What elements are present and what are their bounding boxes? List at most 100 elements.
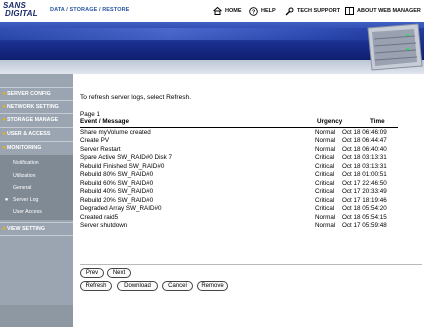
table-row: Create PV Normal Oct 18 06:44:47 [80, 137, 398, 145]
sidebar-item-label: VIEW SETTING [7, 225, 45, 232]
banner-glow [0, 28, 424, 40]
home-link-label: HOME [225, 8, 242, 14]
book-icon [345, 7, 354, 15]
event-cell: Rebuild 80% SW_RAID#0 [80, 171, 154, 178]
sidebar-item-server-config[interactable]: ● SERVER CONFIG [0, 88, 73, 99]
time-cell: Oct 17 20:33:49 [342, 188, 387, 195]
sidebar-subitem-label: General [13, 184, 32, 191]
time-cell: Oct 18 01:00:51 [342, 171, 387, 178]
next-button[interactable]: Next [107, 268, 131, 278]
cancel-button[interactable]: Cancel [162, 281, 193, 291]
sidebar-subitem-server-log[interactable]: ● Server Log [0, 194, 73, 205]
download-button[interactable]: Download [117, 281, 158, 291]
sidebar-item-user-access[interactable]: ● USER & ACCESS [0, 128, 73, 139]
column-header-urgency: Urgency [317, 118, 343, 125]
footer-divider [80, 264, 422, 265]
sidebar-item-label: SERVER CONFIG [7, 90, 51, 97]
about-web-manager-link-label: ABOUT WEB MANAGER [357, 8, 421, 14]
sidebar-subitem-label: Server Log [13, 196, 39, 203]
event-cell: Degraded Array SW_RAID#0 [80, 205, 162, 212]
urgency-cell: Normal [315, 145, 336, 153]
sidebar-subitem-label: User Access [13, 208, 42, 215]
sidebar-footer [0, 305, 73, 327]
tagline: DATA / STORAGE / RESTORE [50, 7, 130, 13]
table-row: Rebuild Finished SW_RAID#0 Critical Oct … [80, 163, 398, 171]
sidebar-subitem-label: Notification [13, 159, 39, 166]
banner-strip [0, 60, 424, 74]
house-icon [213, 7, 222, 15]
sidebar-subitem-notification[interactable]: Notification [0, 157, 73, 168]
sidebar-subitem-user-access[interactable]: User Access [0, 206, 73, 217]
table-row: Server Restart Normal Oct 18 06:40:40 [80, 146, 398, 154]
tech-support-link[interactable]: TECH SUPPORT [285, 5, 340, 17]
remove-button[interactable]: Remove [197, 281, 228, 291]
event-cell: Rebuild 60% SW_RAID#0 [80, 179, 154, 187]
sidebar-subitem-label: Utilization [13, 172, 36, 179]
event-cell: Server Restart [80, 145, 121, 153]
table-row: Created raid5 Normal Oct 18 05:54:15 [80, 214, 398, 222]
table-row: Degraded Array SW_RAID#0 Critical Oct 18… [80, 205, 398, 213]
event-cell: Spare Active SW_RAID#0 Disk 7 [80, 154, 173, 161]
event-cell: Create PV [80, 137, 110, 144]
about-web-manager-link[interactable]: ABOUT WEB MANAGER [345, 5, 421, 17]
urgency-cell: Normal [315, 128, 336, 136]
event-cell: Share myVolume created [80, 128, 151, 136]
sidebar-item-network-setting[interactable]: ● NETWORK SETTING [0, 101, 73, 112]
active-bullet-icon: ● [4, 196, 9, 203]
event-cell: Rebuild Finished SW_RAID#0 [80, 162, 165, 170]
urgency-cell: Critical [315, 171, 335, 178]
table-row: Server shutdown Normal Oct 17 05:59:48 [80, 222, 398, 230]
urgency-cell: Normal [315, 213, 336, 221]
prev-button[interactable]: Prev [80, 268, 104, 278]
time-cell: Oct 17 05:59:48 [342, 222, 387, 229]
home-link[interactable]: HOME [213, 5, 242, 17]
sidebar-subitem-general[interactable]: General [0, 182, 73, 193]
table-row: Rebuild 60% SW_RAID#0 Critical Oct 17 22… [80, 180, 398, 188]
storage-enclosure-image [367, 23, 423, 71]
time-cell: Oct 18 05:54:15 [342, 213, 387, 221]
time-cell: Oct 18 03:13:31 [342, 162, 387, 170]
event-cell: Rebuild 40% SW_RAID#0 [80, 188, 154, 195]
column-header-event: Event / Message [80, 118, 129, 125]
time-cell: Oct 18 06:40:40 [342, 145, 387, 153]
table-row: Rebuild 80% SW_RAID#0 Critical Oct 18 01… [80, 171, 398, 179]
table-row: Rebuild 20% SW_RAID#0 Critical Oct 17 18… [80, 197, 398, 205]
sans-digital-logo[interactable]: SANS DIGITAL [3, 1, 43, 20]
sidebar-item-label: USER & ACCESS [7, 130, 51, 137]
page-indicator: Page 1 [80, 111, 100, 118]
help-link-label: HELP [261, 8, 276, 14]
nav-divider [0, 235, 73, 236]
time-cell: Oct 18 05:54:20 [342, 205, 387, 212]
question-icon: ? [249, 6, 258, 16]
time-cell: Oct 18 06:46:09 [342, 128, 387, 136]
sidebar-item-label: MONITORING [7, 144, 42, 151]
table-row: Rebuild 40% SW_RAID#0 Critical Oct 17 20… [80, 188, 398, 196]
urgency-cell: Critical [315, 154, 335, 161]
urgency-cell: Normal [315, 137, 336, 144]
wrench-icon [285, 7, 294, 15]
event-cell: Created raid5 [80, 213, 119, 221]
refresh-button[interactable]: Refresh [80, 281, 112, 291]
urgency-cell: Critical [315, 205, 335, 212]
time-cell: Oct 17 22:46:50 [342, 179, 387, 187]
urgency-cell: Critical [315, 162, 335, 170]
urgency-cell: Critical [315, 188, 335, 195]
log-table-header: Event / Message Urgency Time [80, 118, 395, 127]
help-link[interactable]: ? HELP [249, 5, 276, 17]
time-cell: Oct 18 06:44:47 [342, 137, 387, 144]
table-row: Spare Active SW_RAID#0 Disk 7 Critical O… [80, 154, 398, 162]
time-cell: Oct 18 03:13:31 [342, 154, 387, 161]
sidebar-item-storage-manage[interactable]: ● STORAGE MANAGE [0, 114, 73, 125]
sidebar-item-label: NETWORK SETTING [7, 103, 59, 110]
event-cell: Server shutdown [80, 222, 128, 229]
sidebar-item-view-setting[interactable]: ● VIEW SETTING [0, 223, 73, 234]
column-header-time: Time [370, 118, 385, 125]
refresh-instruction: To refresh server logs, select Refresh. [80, 94, 192, 101]
urgency-cell: Critical [315, 196, 335, 204]
urgency-cell: Critical [315, 179, 335, 187]
table-row: Share myVolume created Normal Oct 18 06:… [80, 129, 398, 137]
tech-support-link-label: TECH SUPPORT [297, 8, 341, 14]
sidebar-item-monitoring[interactable]: ● MONITORING [0, 142, 73, 153]
sidebar-subitem-utilization[interactable]: Utilization [0, 170, 73, 181]
logo-line-2: DIGITAL [5, 9, 38, 18]
